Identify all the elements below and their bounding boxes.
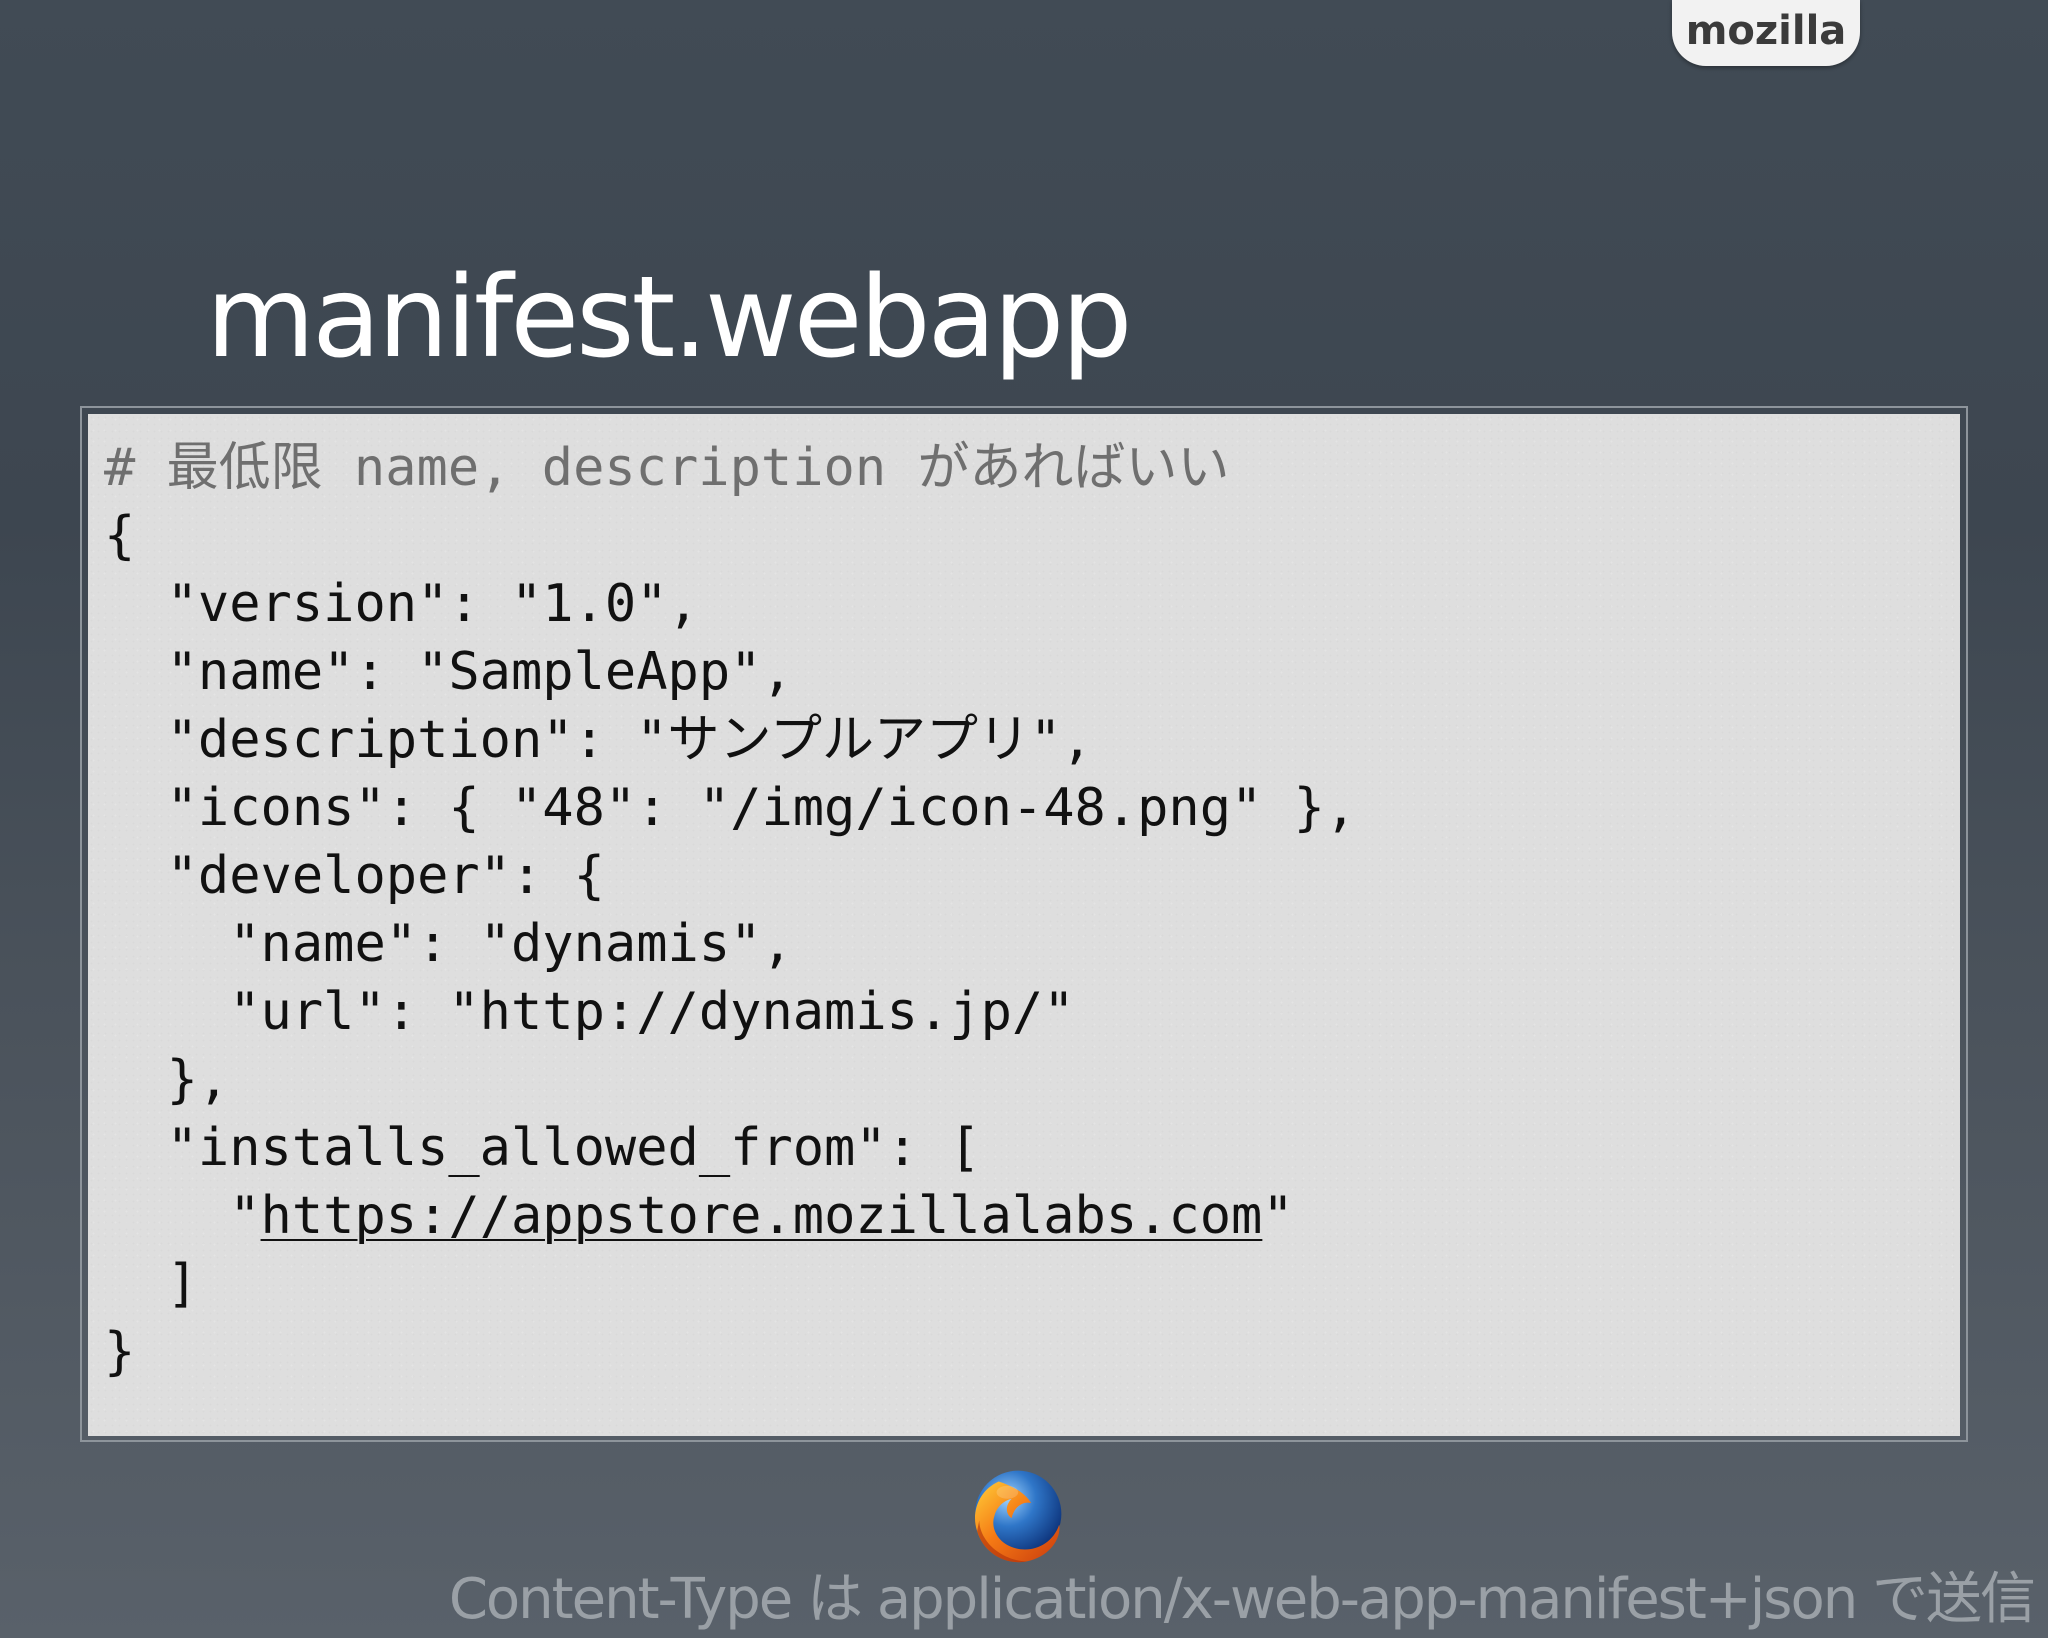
appstore-link[interactable]: https://appstore.mozillalabs.com xyxy=(261,1186,1263,1246)
code-line-name: "name": "SampleApp", xyxy=(104,642,793,702)
code-line-installs-close: ] xyxy=(104,1254,198,1314)
code-line-developer-close: }, xyxy=(104,1050,230,1110)
code-line-developer-name: "name": "dynamis", xyxy=(104,914,793,974)
code-url-suffix: " xyxy=(1262,1186,1294,1246)
footer-note: Content-Type は application/x-web-app-man… xyxy=(448,1567,2036,1632)
mozilla-tab[interactable]: mozilla xyxy=(1672,0,1860,66)
code-line-developer-url: "url": "http://dynamis.jp/" xyxy=(104,982,1075,1042)
code-line-description: "description": "サンプルアプリ", xyxy=(104,710,1093,770)
code-line-version: "version": "1.0", xyxy=(104,574,699,634)
code-block: # 最低限 name, description があればいい { "version… xyxy=(104,434,1356,1386)
code-url-prefix: " xyxy=(104,1186,261,1246)
code-line-installs: "installs_allowed_from": [ xyxy=(104,1118,981,1178)
mozilla-wordmark: mozilla xyxy=(1685,8,1847,54)
code-line-installs-url: "https://appstore.mozillalabs.com" xyxy=(104,1182,1356,1250)
code-line-close-brace: } xyxy=(104,1322,136,1382)
slide-title: manifest.webapp xyxy=(206,253,1132,383)
slide: mozilla manifest.webapp # 最低限 name, desc… xyxy=(0,0,2048,1638)
code-line-icons: "icons": { "48": "/img/icon-48.png" }, xyxy=(104,778,1357,838)
code-line-developer: "developer": { xyxy=(104,846,605,906)
code-comment: # 最低限 name, description があればいい xyxy=(104,438,1230,498)
code-line-open-brace: { xyxy=(104,506,136,566)
